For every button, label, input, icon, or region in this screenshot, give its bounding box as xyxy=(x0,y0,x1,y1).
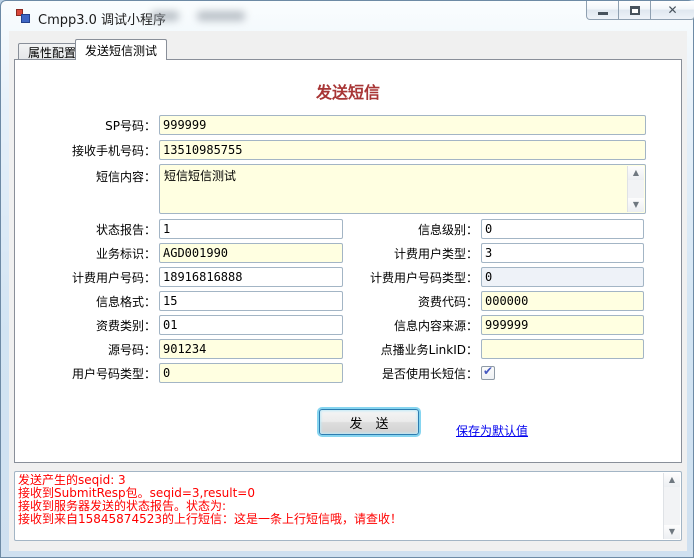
form-row: 计费用户号码类型： xyxy=(341,265,644,289)
content-source-input[interactable] xyxy=(481,315,644,335)
message-format-label: 信息格式： xyxy=(95,294,156,309)
window-title: Cmpp3.0 调试小程序 xyxy=(38,13,167,28)
message-format-input[interactable] xyxy=(159,291,343,311)
fee-type-label: 资费类别： xyxy=(95,318,156,333)
form-row: 接收手机号码： xyxy=(21,140,646,160)
checkmark-icon: ✔ xyxy=(483,364,494,378)
save-as-default-link[interactable]: 保存为默认值 xyxy=(456,422,528,439)
log-line: 接收到来自15845874523的上行短信：这是一条上行短信哦，请查收！ xyxy=(18,512,402,526)
form-row: 资费代码： xyxy=(341,289,644,313)
sp-number-input[interactable] xyxy=(159,115,646,135)
user-number-type-label: 用户号码类型： xyxy=(71,366,156,381)
window-controls: ✕ xyxy=(586,1,694,20)
right-form-column: 信息级别： 计费用户类型： 计费用户号码类型： 资费代码： 信息内容来源： 点播… xyxy=(341,217,644,385)
fee-user-type-label: 计费用户类型： xyxy=(393,246,478,261)
service-id-input[interactable] xyxy=(159,243,343,263)
redacted-smudge xyxy=(151,11,179,21)
form-row: 源号码： xyxy=(21,337,343,361)
service-id-label: 业务标识： xyxy=(95,246,156,261)
sms-content-textarea[interactable]: 短信短信测试 xyxy=(161,166,627,212)
linkid-label: 点播业务LinkID： xyxy=(380,342,478,357)
fee-user-number-label: 计费用户号码： xyxy=(71,270,156,285)
fee-code-label: 资费代码： xyxy=(417,294,478,309)
sp-number-label: SP号码： xyxy=(105,118,156,133)
minimize-button[interactable] xyxy=(586,1,619,20)
app-icon-blue-square xyxy=(21,14,30,23)
fee-user-number-type-input[interactable] xyxy=(481,267,644,287)
form-row: 信息格式： xyxy=(21,289,343,313)
message-level-label: 信息级别： xyxy=(417,222,478,237)
page-title: 发送短信 xyxy=(315,83,380,102)
fee-user-number-input[interactable] xyxy=(159,267,343,287)
close-button[interactable]: ✕ xyxy=(650,1,694,20)
form-row: 计费用户号码： xyxy=(21,265,343,289)
tab-send-sms-test[interactable]: 发送短信测试 xyxy=(75,39,168,60)
content-source-label: 信息内容来源： xyxy=(393,318,478,333)
minimize-icon xyxy=(597,11,608,15)
form-row: 是否使用长短信： ✔ xyxy=(341,361,644,385)
fee-type-input[interactable] xyxy=(159,315,343,335)
fee-user-number-type-label: 计费用户号码类型： xyxy=(369,270,478,285)
titlebar: Cmpp3.0 调试小程序 ✕ xyxy=(1,1,694,31)
recipient-phone-label: 接收手机号码： xyxy=(71,143,156,158)
form-row: 资费类别： xyxy=(21,313,343,337)
fee-user-type-input[interactable] xyxy=(481,243,644,263)
message-level-input[interactable] xyxy=(481,219,644,239)
source-number-label: 源号码： xyxy=(107,342,156,357)
app-icon xyxy=(16,9,31,24)
scroll-up-icon[interactable]: ▲ xyxy=(628,166,644,180)
maximize-icon xyxy=(629,5,640,15)
send-button[interactable]: 发 送 xyxy=(319,409,419,435)
form-row: 业务标识： xyxy=(21,241,343,265)
scroll-up-icon[interactable]: ▲ xyxy=(664,473,680,487)
form-row: 用户号码类型： xyxy=(21,361,343,385)
maximize-button[interactable] xyxy=(618,1,651,20)
scroll-down-icon[interactable]: ▼ xyxy=(628,198,644,212)
user-number-type-input[interactable] xyxy=(159,363,343,383)
long-sms-label: 是否使用长短信： xyxy=(381,366,478,381)
scroll-down-icon[interactable]: ▼ xyxy=(664,525,680,539)
form-row: 计费用户类型： xyxy=(341,241,644,265)
app-window: Cmpp3.0 调试小程序 ✕ 属性配置 发送短信测试 发送短信 SP号码： 接… xyxy=(0,0,694,558)
form-row: 点播业务LinkID： xyxy=(341,337,644,361)
close-icon: ✕ xyxy=(667,3,678,17)
long-sms-checkbox[interactable]: ✔ xyxy=(481,364,495,380)
left-form-column: 状态报告： 业务标识： 计费用户号码： 信息格式： 资费类别： 源号码： 用户号… xyxy=(21,217,343,385)
status-report-input[interactable] xyxy=(159,219,343,239)
status-report-label: 状态报告： xyxy=(95,222,156,237)
form-row: 信息级别： xyxy=(341,217,644,241)
recipient-phone-input[interactable] xyxy=(159,140,646,160)
form-row: 信息内容来源： xyxy=(341,313,644,337)
textarea-scrollbar[interactable]: ▲ ▼ xyxy=(627,166,644,212)
source-number-input[interactable] xyxy=(159,339,343,359)
fee-code-input[interactable] xyxy=(481,291,644,311)
log-output-box[interactable]: 发送产生的seqid: 3 接收到SubmitResp包。seqid=3,res… xyxy=(14,471,682,541)
sms-content-label: 短信内容： xyxy=(95,170,156,184)
log-lines: 发送产生的seqid: 3 接收到SubmitResp包。seqid=3,res… xyxy=(18,474,661,526)
log-scrollbar[interactable]: ▲ ▼ xyxy=(663,473,680,539)
form-row: 状态报告： xyxy=(21,217,343,241)
sms-content-box: 短信短信测试 ▲ ▼ xyxy=(159,164,646,214)
redacted-smudge xyxy=(197,11,245,21)
linkid-input[interactable] xyxy=(481,339,644,359)
form-row: SP号码： xyxy=(21,115,646,135)
